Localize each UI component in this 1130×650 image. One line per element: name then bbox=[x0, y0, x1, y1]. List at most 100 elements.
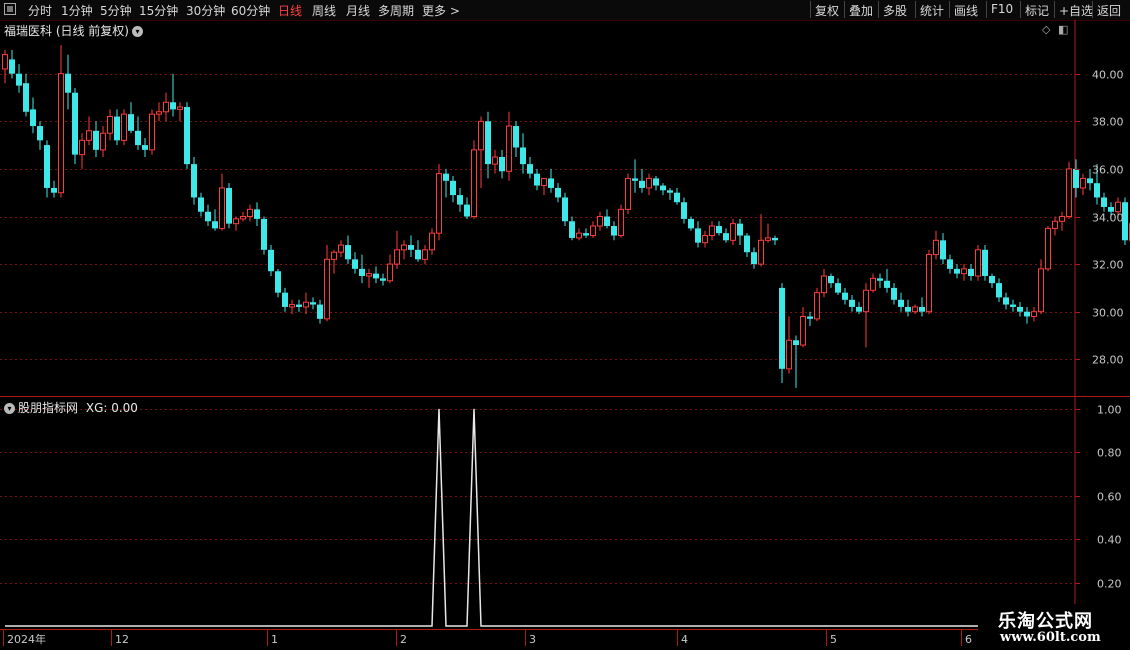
pane-controls: ◇ ◧ bbox=[1042, 23, 1068, 36]
y-tick-label: 32.00 bbox=[1092, 259, 1124, 272]
candle-body bbox=[1094, 183, 1100, 198]
candle-body bbox=[779, 287, 785, 369]
candle-body bbox=[37, 126, 43, 141]
candle-body bbox=[394, 249, 400, 265]
candle-body bbox=[1024, 311, 1030, 317]
candle-body bbox=[632, 178, 638, 181]
candle-body bbox=[758, 239, 764, 265]
candle-body bbox=[751, 252, 757, 265]
candle-body bbox=[793, 340, 799, 346]
candle-body bbox=[842, 292, 848, 300]
candle-body bbox=[79, 139, 85, 156]
candle-body bbox=[191, 164, 197, 198]
candle-body bbox=[352, 259, 358, 269]
candle-body bbox=[583, 233, 589, 236]
candle-body bbox=[212, 221, 218, 229]
candle-body bbox=[744, 235, 750, 253]
candle-body bbox=[821, 275, 827, 294]
candle-body bbox=[765, 237, 771, 241]
y-tick-label: 0.40 bbox=[1097, 534, 1122, 547]
candle-body bbox=[716, 226, 722, 234]
candle-body bbox=[240, 216, 246, 220]
candle-body bbox=[415, 249, 421, 260]
candle-body bbox=[464, 204, 470, 217]
y-tick-label: 0.60 bbox=[1097, 491, 1122, 504]
candle-body bbox=[254, 209, 260, 219]
candle-body bbox=[905, 306, 911, 312]
candle-body bbox=[492, 156, 498, 165]
candle-body bbox=[170, 102, 176, 110]
candle-body bbox=[681, 202, 687, 219]
candle-body bbox=[303, 301, 309, 308]
chart-canvas[interactable]: 40.00 38.00 36.00 34.00 32.00 30.00 28.00 1.00… bbox=[0, 0, 1130, 650]
candle-body bbox=[100, 132, 106, 151]
candle-body bbox=[9, 59, 15, 74]
date-label: 12 bbox=[115, 633, 129, 646]
candle-body bbox=[128, 114, 134, 131]
candle-body bbox=[835, 283, 841, 293]
candle-body bbox=[828, 276, 834, 284]
candle-body bbox=[177, 106, 183, 110]
candle-body bbox=[142, 145, 148, 150]
candle-body bbox=[982, 249, 988, 276]
candle-body bbox=[870, 277, 876, 291]
candle-body bbox=[940, 240, 946, 260]
y-tick-label: 40.00 bbox=[1092, 69, 1124, 82]
candle-body bbox=[450, 180, 456, 196]
candle-body bbox=[996, 283, 1002, 298]
indicator-value-axis: 1.00 0.80 0.60 0.40 0.20 bbox=[1075, 404, 1122, 591]
y-tick-label: 30.00 bbox=[1092, 307, 1124, 320]
candle-body bbox=[205, 211, 211, 222]
candle-body bbox=[968, 268, 974, 276]
candle-body bbox=[646, 177, 652, 189]
candle-body bbox=[275, 271, 281, 293]
candle-body bbox=[772, 237, 778, 241]
indicator-value: XG: 0.00 bbox=[85, 401, 138, 415]
y-tick-label: 36.00 bbox=[1092, 164, 1124, 177]
candle-body bbox=[786, 339, 792, 370]
candle-body bbox=[653, 178, 659, 186]
candle-body bbox=[44, 145, 50, 188]
candle-body bbox=[1010, 304, 1016, 307]
chevron-down-icon[interactable]: ▾ bbox=[4, 403, 15, 414]
candle-body bbox=[1038, 268, 1044, 313]
diamond-icon[interactable]: ◇ bbox=[1042, 23, 1050, 36]
candle-body bbox=[947, 259, 953, 269]
main-pane-gridlines bbox=[0, 74, 1075, 360]
candle-body bbox=[324, 258, 330, 320]
candle-body bbox=[730, 223, 736, 241]
candle-body bbox=[1003, 297, 1009, 305]
candle-body bbox=[114, 116, 120, 141]
date-label: 6 bbox=[965, 633, 972, 646]
date-label: 4 bbox=[681, 633, 688, 646]
candle-body bbox=[576, 232, 582, 239]
pane-toggle-icon[interactable]: ◧ bbox=[1058, 23, 1068, 36]
candle-body bbox=[408, 245, 414, 250]
candle-body bbox=[737, 223, 743, 236]
candle-body bbox=[296, 304, 302, 307]
candle-body bbox=[933, 239, 939, 256]
main-price-axis: 40.00 38.00 36.00 34.00 32.00 30.00 28.00 bbox=[1075, 69, 1124, 367]
candle-body bbox=[597, 216, 603, 227]
candle-body bbox=[30, 109, 36, 127]
candle-body bbox=[639, 180, 645, 188]
candle-body bbox=[198, 197, 204, 212]
candle-body bbox=[1045, 227, 1051, 270]
y-tick-label: 38.00 bbox=[1092, 116, 1124, 129]
candle-body bbox=[562, 197, 568, 222]
candle-body bbox=[86, 130, 92, 141]
candle-body bbox=[1066, 168, 1072, 217]
candle-body bbox=[1115, 201, 1121, 213]
date-label: 5 bbox=[830, 633, 837, 646]
candle-body bbox=[226, 187, 232, 224]
candle-body bbox=[660, 185, 666, 191]
candle-body bbox=[884, 280, 890, 288]
main-pane-title: 福瑞医科 (日线 前复权) ▾ bbox=[4, 22, 143, 39]
candle-body bbox=[345, 245, 351, 260]
xg-indicator-series bbox=[5, 408, 1130, 627]
candle-body bbox=[611, 226, 617, 236]
candle-body bbox=[667, 190, 673, 193]
candle-body bbox=[457, 195, 463, 205]
chevron-down-icon[interactable]: ▾ bbox=[132, 26, 143, 37]
candle-body bbox=[317, 304, 323, 319]
